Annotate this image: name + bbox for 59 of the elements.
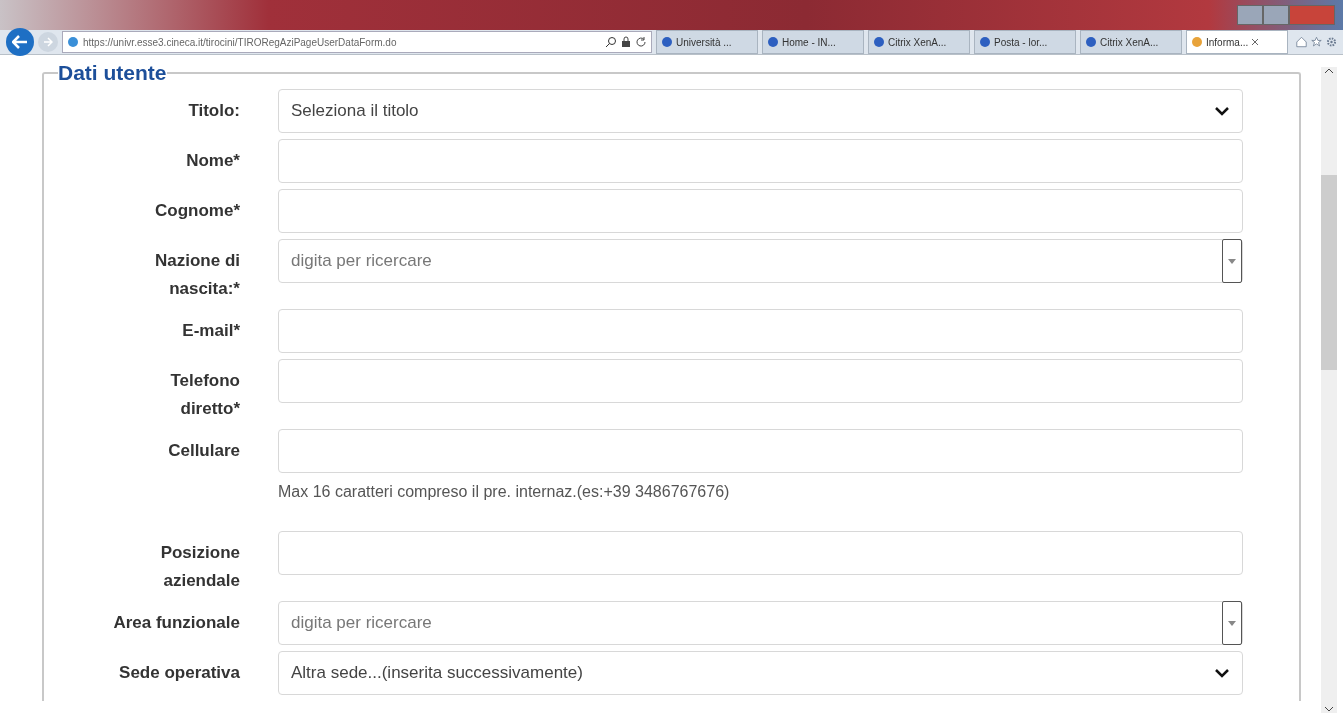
back-button[interactable] [6,28,34,56]
field-label: Nazione di nascita:* [154,250,240,300]
browser-tab[interactable]: Citrix XenA... [1080,30,1182,54]
section-title: Dati utente [58,61,167,85]
hint-text: Max 16 caratteri compreso il pre. internaz.(es:+39 3486767676) [278,483,731,501]
combo-field[interactable]: digita per ricercare [278,601,1243,645]
refresh-icon[interactable] [635,36,647,48]
scrollbar-thumb[interactable] [1321,175,1337,370]
home-icon[interactable] [1296,35,1307,49]
chevron-up-icon [1324,67,1334,75]
close-button[interactable] [1289,5,1335,25]
browser-tab[interactable]: Informa... [1186,30,1288,54]
input-field[interactable] [278,309,1243,353]
chevron-down-icon [1324,705,1334,713]
lock-icon [621,36,631,48]
field-label: Titolo: [187,100,240,122]
browser-tab[interactable]: Home - IN... [762,30,864,54]
address-bar[interactable]: https://univr.esse3.cineca.it/tirocini/TIRORegAziPageUserDataForm.do [62,31,652,53]
chevron-down-icon [1214,106,1230,116]
select-field[interactable]: Seleziona il titolo [278,89,1243,133]
page-icon [1191,36,1203,48]
field-label: Area funzionale [112,612,240,634]
maximize-button[interactable] [1263,5,1289,25]
select-field[interactable]: Altra sede...(inserita successivamente) [278,651,1243,695]
field-label: Telefono diretto* [169,370,240,420]
star-icon[interactable] [1311,35,1322,49]
arrow-left-icon [12,35,28,49]
combo-field[interactable]: digita per ricercare [278,239,1243,283]
input-field[interactable] [278,139,1243,183]
page-icon [767,36,779,48]
page-icon [979,36,991,48]
arrow-right-icon [43,37,53,47]
scrollbar[interactable] [1321,67,1337,713]
minimize-button[interactable] [1237,5,1263,25]
browser-tab[interactable]: Università ... [656,30,758,54]
input-field[interactable] [278,429,1243,473]
field-label: Posizione aziendale [159,542,240,592]
browser-tab[interactable]: Posta - lor... [974,30,1076,54]
field-label: E-mail* [181,320,240,342]
field-label: Sede operativa [118,662,240,684]
close-icon[interactable] [1251,38,1260,46]
page-icon [1085,36,1097,48]
input-field[interactable] [278,189,1243,233]
caret-down-icon [1228,258,1236,264]
input-field[interactable] [278,531,1243,575]
globe-icon [67,36,79,48]
browser-tab[interactable]: Citrix XenA... [868,30,970,54]
input-field[interactable] [278,359,1243,403]
page-icon [873,36,885,48]
settings-icon[interactable] [1326,35,1337,49]
chevron-down-icon [1214,668,1230,678]
field-label: Cellulare [167,440,240,462]
forward-button[interactable] [38,32,58,52]
page-icon [661,36,673,48]
field-label: Nome* [185,150,240,172]
url-text: https://univr.esse3.cineca.it/tirocini/TIRORegAziPageUserDataForm.do [83,36,398,48]
search-icon[interactable] [605,36,617,48]
caret-down-icon [1228,620,1236,626]
field-label: Cognome* [154,200,240,222]
